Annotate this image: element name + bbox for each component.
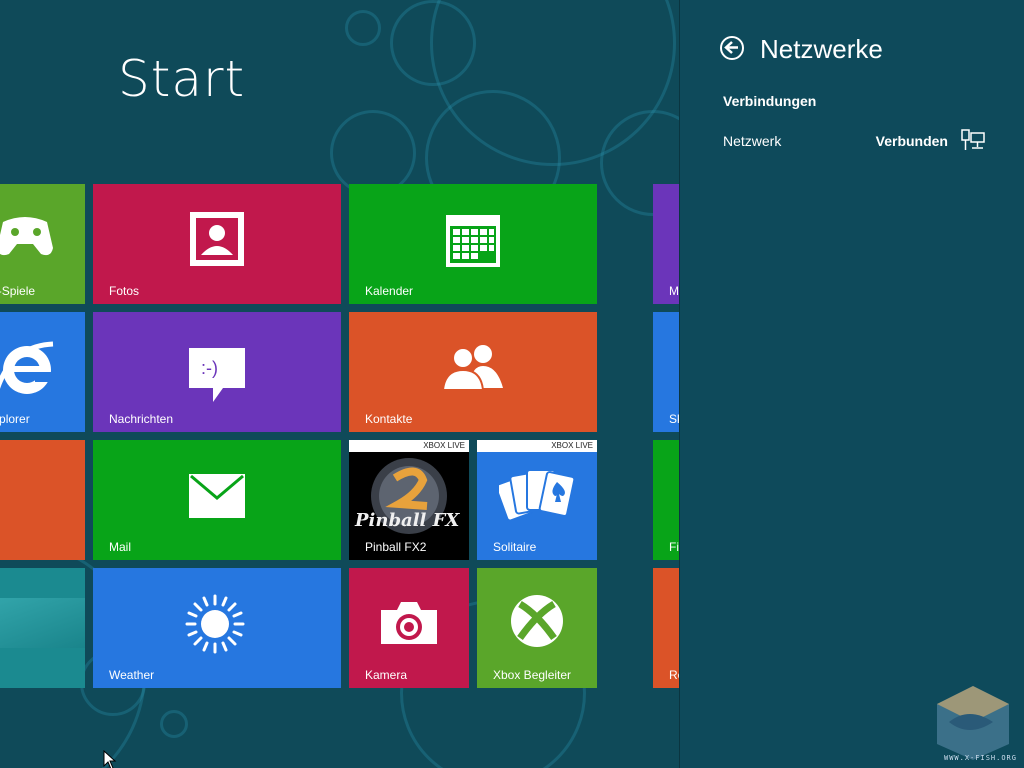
chat-icon: :-) (189, 348, 245, 402)
people-icon (441, 345, 503, 390)
tile-internet-explorer[interactable]: Internet Explorer (0, 312, 85, 432)
tile-label: Pinball FX2 (365, 540, 427, 554)
tile-label: Sk (669, 412, 679, 426)
tile-reader[interactable]: Re (653, 568, 679, 688)
tile-label: Nachrichten (109, 412, 174, 426)
calendar-icon (446, 215, 500, 267)
tile-weather[interactable]: Weather (93, 568, 341, 688)
section-heading-connections: Verbindungen (723, 93, 817, 109)
tile-label: Kontakte (365, 412, 413, 426)
tile-label: Mail (109, 540, 132, 554)
start-screen: Start Xbox LIVE-Spiele Fotos (0, 0, 679, 768)
controller-icon (0, 217, 53, 256)
tile-finance[interactable]: Fi (653, 440, 679, 560)
background-circle (160, 710, 188, 738)
envelope-icon (189, 474, 245, 518)
xbox-live-badge: XBOX LIVE (349, 440, 469, 452)
tile-photos[interactable]: Fotos (93, 184, 341, 304)
tile-orange[interactable] (0, 440, 85, 560)
background-circle (345, 10, 381, 46)
network-label: Netzwerk (723, 133, 782, 149)
tile-contacts[interactable]: Kontakte (349, 312, 597, 432)
tile-skydrive[interactable]: Sk (653, 312, 679, 432)
tile-label: M (669, 284, 679, 298)
tile-label: Internet Explorer (0, 412, 30, 426)
tile-label: Fotos (109, 284, 140, 298)
tile-mail[interactable]: Mail (93, 440, 341, 560)
wired-network-icon (961, 129, 985, 150)
pinball-logo-text: Pinball FX (355, 510, 460, 531)
tile-label: Weather (109, 668, 155, 682)
tile-desktop[interactable] (0, 568, 85, 688)
network-status: Verbunden (875, 133, 948, 149)
pane-title: Netzwerke (760, 34, 883, 64)
watermark-logo-icon (937, 686, 1009, 760)
desktop-wallpaper-accent (0, 598, 85, 648)
tile-messages[interactable]: :-) Nachrichten (93, 312, 341, 432)
tile-solitaire[interactable]: XBOX LIVE Solitaire (477, 440, 597, 560)
xbox-live-badge: XBOX LIVE (477, 440, 597, 452)
background-circle (390, 0, 476, 86)
mouse-cursor-icon (103, 750, 117, 768)
tile-label: Fi (669, 540, 679, 554)
tile-pinball-fx2[interactable]: XBOX LIVE Pinball FX Pinball FX2 (349, 440, 469, 560)
camera-icon (381, 602, 437, 644)
tile-label: Solitaire (493, 540, 537, 554)
back-arrow-icon[interactable] (720, 36, 744, 60)
cards-icon (499, 469, 576, 522)
tile-xbox-companion[interactable]: Xbox Begleiter (477, 568, 597, 688)
tile-label: Xbox Begleiter (493, 668, 572, 682)
tile-calendar[interactable]: Kalender (349, 184, 597, 304)
tile-label: Re (669, 668, 679, 682)
tile-xbox-live-games[interactable]: Xbox LIVE-Spiele (0, 184, 85, 304)
ie-icon (0, 341, 55, 394)
tile-label: Kamera (365, 668, 408, 682)
tile-camera[interactable]: Kamera (349, 568, 469, 688)
photo-icon (190, 212, 244, 266)
tile-label: Xbox LIVE-Spiele (0, 284, 36, 298)
watermark-text: WWW.X-FISH.ORG (943, 754, 1017, 762)
networks-pane: Netzwerke Verbindungen Netzwerk Verbunde… (679, 0, 1024, 768)
xbox-icon (511, 595, 563, 647)
start-title: Start (118, 50, 246, 108)
tile-music[interactable]: M (653, 184, 679, 304)
tile-label: Kalender (365, 284, 414, 298)
sun-icon (185, 594, 245, 654)
svg-text::-): :-) (201, 358, 218, 378)
